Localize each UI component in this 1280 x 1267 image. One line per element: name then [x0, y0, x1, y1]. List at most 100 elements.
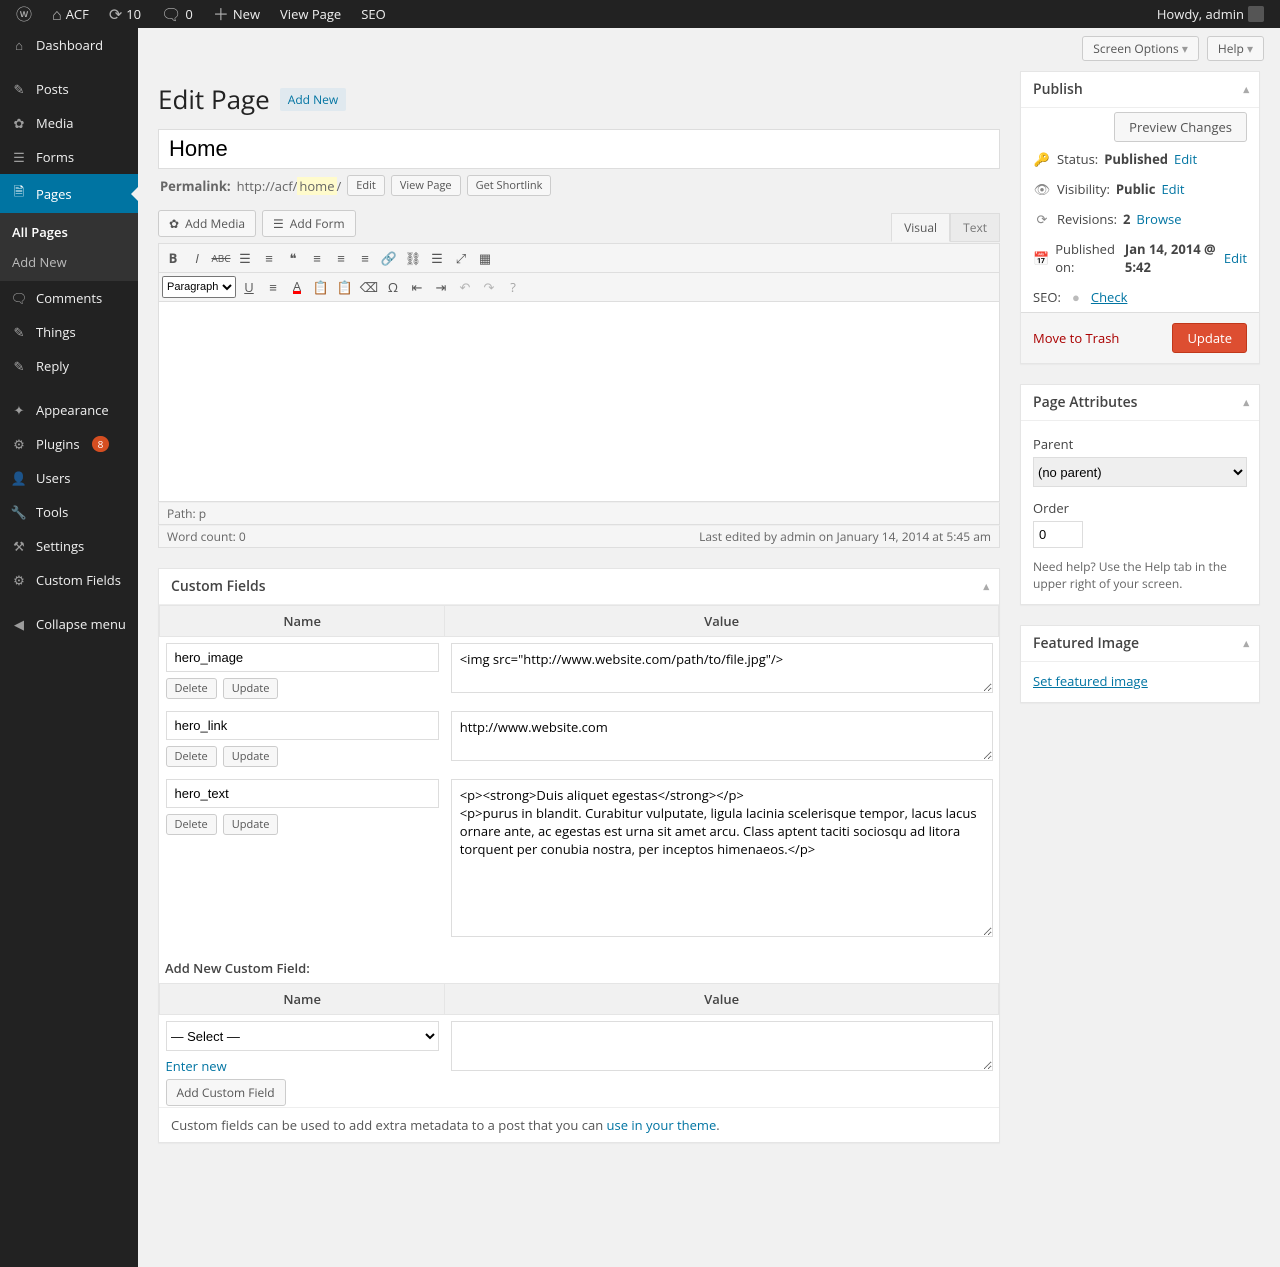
set-featured-image-link[interactable]: Set featured image: [1033, 672, 1148, 690]
menu-tools[interactable]: 🔧Tools: [0, 495, 138, 529]
add-media-button[interactable]: ✿Add Media: [158, 210, 256, 237]
help-button[interactable]: Help ▾: [1207, 36, 1264, 61]
align-right-button[interactable]: ≡: [354, 247, 376, 269]
more-button[interactable]: ☰: [426, 247, 448, 269]
enter-new-link[interactable]: Enter new: [166, 1057, 227, 1075]
edit-date-link[interactable]: Edit: [1224, 249, 1247, 267]
update-button[interactable]: Update: [1172, 323, 1247, 353]
menu-dashboard[interactable]: ⌂Dashboard: [0, 28, 138, 62]
cf-theme-link[interactable]: use in your theme: [607, 1116, 717, 1134]
blockquote-button[interactable]: ❝: [282, 247, 304, 269]
get-shortlink-button[interactable]: Get Shortlink: [467, 175, 552, 196]
page-attr-heading[interactable]: Page Attributes▴: [1021, 385, 1259, 421]
view-page-button[interactable]: View Page: [391, 175, 461, 196]
kitchen-sink-button[interactable]: ▦: [474, 247, 496, 269]
outdent-button[interactable]: ⇤: [406, 276, 428, 298]
parent-select[interactable]: (no parent): [1033, 457, 1247, 487]
menu-custom-fields[interactable]: ⚙Custom Fields: [0, 563, 138, 597]
cf-name-input[interactable]: [166, 711, 439, 740]
seo-check-link[interactable]: Check: [1091, 288, 1128, 306]
cf-new-value[interactable]: [451, 1021, 993, 1071]
tab-visual[interactable]: Visual: [891, 213, 950, 242]
unlink-button[interactable]: ⛓: [402, 247, 424, 269]
menu-settings[interactable]: ⚒Settings: [0, 529, 138, 563]
submenu-add-new[interactable]: Add New: [0, 247, 138, 277]
menu-plugins[interactable]: ⚙Plugins8: [0, 427, 138, 461]
view-page-link[interactable]: View Page: [272, 0, 349, 28]
edit-vis-link[interactable]: Edit: [1161, 180, 1184, 198]
preview-button[interactable]: Preview Changes: [1114, 112, 1247, 142]
link-button[interactable]: 🔗: [378, 247, 400, 269]
format-select[interactable]: Paragraph: [162, 276, 236, 298]
move-to-trash[interactable]: Move to Trash: [1033, 329, 1119, 347]
collapse-icon[interactable]: ▴: [1243, 82, 1249, 97]
indent-button[interactable]: ⇥: [430, 276, 452, 298]
underline-button[interactable]: U: [238, 276, 260, 298]
cf-update-button[interactable]: Update: [223, 746, 279, 767]
cf-name-input[interactable]: [166, 779, 439, 808]
cf-delete-button[interactable]: Delete: [166, 814, 217, 835]
collapse-icon[interactable]: ▴: [983, 579, 989, 594]
cf-name-select[interactable]: — Select —: [166, 1021, 439, 1051]
menu-forms[interactable]: ☰Forms: [0, 140, 138, 174]
cf-value-textarea[interactable]: <p><strong>Duis aliquet egestas</strong>…: [451, 779, 993, 937]
add-new-button[interactable]: Add New: [280, 88, 346, 111]
cf-name-input[interactable]: [166, 643, 439, 672]
new-content-menu[interactable]: ＋New: [205, 0, 268, 28]
cf-delete-button[interactable]: Delete: [166, 678, 217, 699]
color-button[interactable]: A: [286, 276, 308, 298]
add-cf-button[interactable]: Add Custom Field: [166, 1079, 286, 1106]
menu-appearance[interactable]: ✦Appearance: [0, 393, 138, 427]
ol-button[interactable]: ≡: [258, 247, 280, 269]
help-icon-button[interactable]: ?: [502, 276, 524, 298]
fullscreen-button[interactable]: ⤢: [450, 247, 472, 269]
tab-text[interactable]: Text: [950, 213, 1000, 242]
paste-word-button[interactable]: 📋: [334, 276, 356, 298]
menu-users[interactable]: 👤Users: [0, 461, 138, 495]
cf-update-button[interactable]: Update: [223, 814, 279, 835]
redo-button[interactable]: ↷: [478, 276, 500, 298]
justify-button[interactable]: ≡: [262, 276, 284, 298]
add-form-button[interactable]: ☰Add Form: [262, 210, 356, 237]
edit-slug-button[interactable]: Edit: [347, 175, 385, 196]
account-menu[interactable]: Howdy, admin: [1149, 0, 1272, 28]
browse-revisions-link[interactable]: Browse: [1136, 210, 1181, 228]
bold-button[interactable]: B: [162, 247, 184, 269]
remove-format-button[interactable]: ⌫: [358, 276, 380, 298]
menu-pages[interactable]: 🗎Pages: [0, 174, 138, 213]
align-left-button[interactable]: ≡: [306, 247, 328, 269]
order-input[interactable]: [1033, 521, 1083, 548]
cf-value-textarea[interactable]: <img src="http://www.website.com/path/to…: [451, 643, 993, 693]
cf-delete-button[interactable]: Delete: [166, 746, 217, 767]
collapse-icon[interactable]: ▴: [1243, 636, 1249, 651]
char-button[interactable]: Ω: [382, 276, 404, 298]
undo-button[interactable]: ↶: [454, 276, 476, 298]
screen-options-button[interactable]: Screen Options ▾: [1082, 36, 1199, 61]
content-editor[interactable]: [158, 302, 1000, 502]
menu-posts[interactable]: ✎Posts: [0, 72, 138, 106]
cf-value-textarea[interactable]: http://www.website.com: [451, 711, 993, 761]
cf-update-button[interactable]: Update: [223, 678, 279, 699]
ul-button[interactable]: ☰: [234, 247, 256, 269]
menu-media[interactable]: ✿Media: [0, 106, 138, 140]
menu-reply[interactable]: ✎Reply: [0, 349, 138, 383]
collapse-icon[interactable]: ▴: [1243, 395, 1249, 410]
paste-text-button[interactable]: 📋: [310, 276, 332, 298]
comments-menu[interactable]: 🗨0: [153, 0, 201, 28]
italic-button[interactable]: I: [186, 247, 208, 269]
edit-status-link[interactable]: Edit: [1174, 150, 1197, 168]
submenu-all-pages[interactable]: All Pages: [0, 217, 138, 247]
align-center-button[interactable]: ≡: [330, 247, 352, 269]
menu-comments[interactable]: 🗨Comments: [0, 281, 138, 315]
menu-things[interactable]: ✎Things: [0, 315, 138, 349]
custom-fields-heading[interactable]: Custom Fields▴: [159, 569, 999, 605]
site-name-menu[interactable]: ⌂ACF: [44, 0, 97, 28]
wp-logo-menu[interactable]: ⓦ: [8, 0, 40, 28]
featured-heading[interactable]: Featured Image▴: [1021, 626, 1259, 662]
post-title-input[interactable]: [158, 129, 1000, 169]
publish-heading[interactable]: Publish▴: [1021, 72, 1259, 108]
updates-menu[interactable]: ⟳10: [101, 0, 149, 28]
strike-button[interactable]: ABC: [210, 247, 232, 269]
seo-menu[interactable]: SEO: [353, 0, 393, 28]
collapse-menu[interactable]: ◀Collapse menu: [0, 607, 138, 641]
